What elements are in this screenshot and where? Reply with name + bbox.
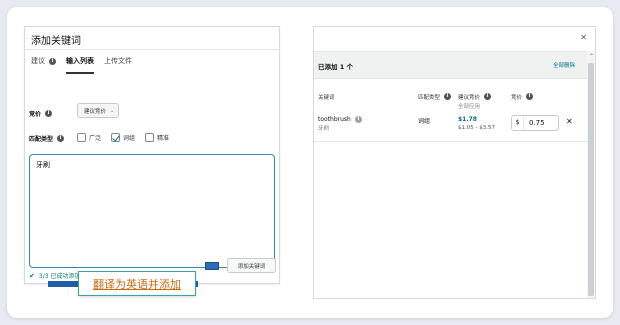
header-bid-text: 竞价 — [511, 95, 523, 101]
info-icon: i — [484, 93, 492, 100]
tab-suggested[interactable]: 建议 i — [31, 54, 56, 68]
header-match-type: 匹配类型 i — [418, 93, 452, 101]
row-divider — [314, 141, 587, 142]
tab-bar: 建议 i 输入列表 上传文件 — [31, 54, 142, 74]
textarea-value: 牙刷 — [36, 161, 50, 169]
header-keyword: 关键词 — [318, 93, 335, 101]
row-keyword-original: 牙刷 — [318, 126, 330, 132]
header-suggested-bid-text: 建议竞价 — [458, 95, 481, 101]
row-match-type: 词组 — [418, 118, 431, 125]
currency-symbol: $ — [512, 116, 524, 130]
check-icon: ✔ — [29, 271, 35, 280]
checkbox-exact-label: 精准 — [157, 135, 170, 142]
translate-tooltip[interactable]: 翻译为英语并添加 — [78, 271, 196, 296]
tab-upload-file[interactable]: 上传文件 — [104, 54, 132, 68]
header-match-type-text: 匹配类型 — [418, 95, 441, 101]
badge-icon — [205, 262, 219, 270]
bid-select[interactable]: 建议竞价 ⌄ — [77, 103, 119, 118]
bid-input[interactable]: $ 0.75 — [511, 115, 559, 131]
match-type-label: 匹配类型 i — [29, 134, 65, 143]
info-icon: i — [354, 116, 362, 123]
match-type-label-text: 匹配类型 — [29, 136, 54, 143]
scroll-thumb[interactable] — [588, 63, 594, 296]
keyword-table: 关键词 匹配类型 i 建议竞价 i 全部应用 竞价 i toothbrush i… — [314, 79, 587, 298]
apply-all-link[interactable]: 全部应用 — [458, 102, 480, 110]
info-icon: i — [49, 57, 56, 65]
chevron-down-icon: ⌄ — [110, 107, 115, 114]
delete-all-link[interactable]: 全部删除 — [553, 61, 575, 69]
keywords-textarea[interactable]: 牙刷 ◢ — [29, 154, 275, 268]
bid-value: 0.75 — [529, 119, 545, 127]
added-header — [314, 51, 587, 79]
close-icon[interactable]: ✕ — [580, 33, 587, 42]
tab-label: 输入列表 — [66, 57, 94, 65]
checkbox-broad[interactable] — [77, 133, 86, 142]
keyword-text: toothbrush — [318, 116, 351, 123]
added-count: 已添加 1 个 — [318, 63, 354, 71]
scroll-up-icon[interactable]: ⌃ — [589, 53, 594, 60]
tab-enter-list[interactable]: 输入列表 — [66, 54, 94, 74]
info-icon: i — [45, 110, 53, 117]
info-icon: i — [526, 93, 534, 100]
checkbox-phrase-label: 词组 — [123, 135, 136, 142]
bid-label-text: 竞价 — [29, 111, 42, 118]
header-bid: 竞价 i — [511, 93, 534, 101]
checkbox-phrase[interactable] — [111, 133, 121, 142]
checkbox-broad-label: 广泛 — [89, 135, 102, 142]
remove-row-icon[interactable]: ✕ — [566, 117, 573, 126]
match-type-options: 广泛 词组 精准 — [77, 133, 179, 142]
divider — [25, 49, 279, 50]
panel-title: 添加关键词 — [31, 36, 81, 47]
row-suggested-range: $1.05 - $3.57 — [458, 125, 495, 131]
checkbox-exact[interactable] — [145, 133, 155, 142]
bid-label: 竞价 i — [29, 109, 53, 118]
add-keywords-panel: 添加关键词 建议 i 输入列表 上传文件 竞价 i 建议竞价 ⌄ 匹配类型 i … — [24, 26, 280, 284]
header-suggested-bid: 建议竞价 i — [458, 93, 492, 101]
info-icon: i — [444, 93, 452, 100]
tab-label: 建议 — [31, 57, 45, 65]
tab-label: 上传文件 — [104, 57, 132, 65]
row-suggested-bid[interactable]: $1.78 — [458, 116, 477, 123]
add-keywords-button[interactable]: 添加关键词 — [227, 258, 276, 273]
bid-select-value: 建议竞价 — [84, 108, 107, 115]
added-keywords-panel: ✕ 已添加 1 个 全部删除 ⌃ 关键词 匹配类型 i 建议竞价 i 全部应用 … — [313, 26, 596, 299]
info-icon: i — [57, 135, 65, 142]
row-keyword: toothbrush i — [318, 116, 362, 123]
header-keyword-text: 关键词 — [318, 95, 335, 101]
